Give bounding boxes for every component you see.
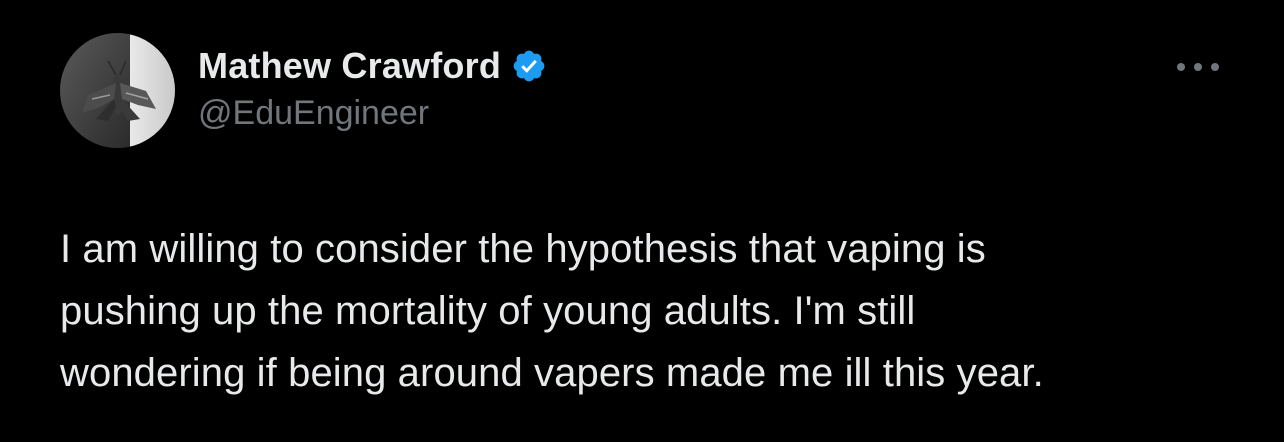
tweet-header: Mathew Crawford @EduEngineer (198, 44, 547, 133)
tweet-text: I am willing to consider the hypothesis … (60, 227, 1044, 395)
verified-badge-icon[interactable] (511, 48, 547, 84)
moth-avatar-icon (60, 33, 175, 148)
tweet-card: Mathew Crawford @EduEngineer I am willin… (0, 0, 1284, 442)
author-handle[interactable]: @EduEngineer (198, 94, 547, 133)
author-avatar[interactable] (60, 33, 175, 148)
more-options-icon (1177, 63, 1219, 71)
author-display-name[interactable]: Mathew Crawford (198, 45, 501, 87)
more-options-button[interactable] (1172, 52, 1224, 82)
author-name-row: Mathew Crawford (198, 44, 547, 88)
